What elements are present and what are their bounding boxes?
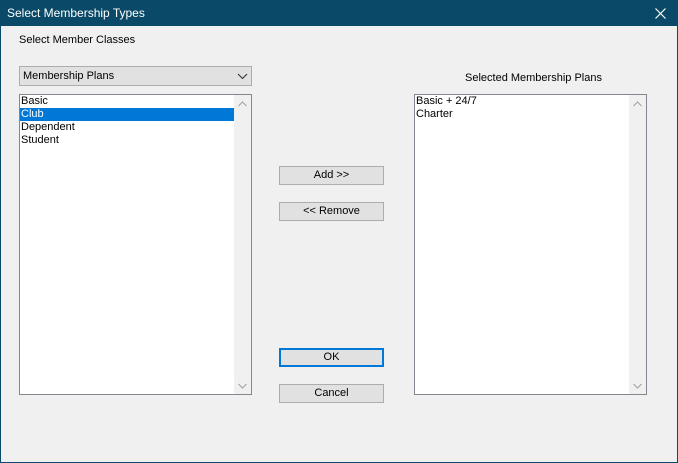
chevron-down-icon — [237, 73, 248, 80]
chevron-down-icon — [238, 383, 247, 389]
list-item[interactable]: Charter — [415, 108, 629, 121]
dialog-body: Select Member Classes Membership Plans S… — [0, 26, 678, 463]
member-class-dropdown[interactable]: Membership Plans — [19, 66, 252, 86]
selected-plans-listbox[interactable]: Basic + 24/7 Charter — [414, 94, 647, 395]
selected-plans-label: Selected Membership Plans — [465, 72, 602, 84]
chevron-down-icon — [633, 383, 642, 389]
member-classes-label: Select Member Classes — [19, 34, 136, 46]
scroll-up-button[interactable] — [629, 95, 646, 112]
add-button[interactable]: Add >> — [279, 166, 384, 185]
title-bar: Select Membership Types — [0, 0, 678, 26]
close-icon — [654, 7, 666, 19]
member-classes-listbox[interactable]: Basic Club Dependent Student — [19, 94, 252, 395]
remove-button[interactable]: << Remove — [279, 202, 384, 221]
cancel-button[interactable]: Cancel — [279, 384, 384, 403]
scroll-up-button[interactable] — [234, 95, 251, 112]
close-button[interactable] — [642, 0, 678, 26]
scroll-down-button[interactable] — [234, 377, 251, 394]
list-item[interactable]: Dependent — [20, 121, 234, 134]
list-item[interactable]: Basic + 24/7 — [415, 95, 629, 108]
list-item[interactable]: Student — [20, 134, 234, 147]
window-title: Select Membership Types — [7, 6, 145, 20]
ok-button[interactable]: OK — [279, 348, 384, 367]
chevron-up-icon — [238, 100, 247, 106]
list-item[interactable]: Club — [20, 108, 234, 121]
scroll-down-button[interactable] — [629, 377, 646, 394]
vertical-scrollbar[interactable] — [629, 95, 646, 394]
vertical-scrollbar[interactable] — [234, 95, 251, 394]
list-item[interactable]: Basic — [20, 95, 234, 108]
member-class-dropdown-value: Membership Plans — [23, 70, 115, 82]
chevron-up-icon — [633, 100, 642, 106]
